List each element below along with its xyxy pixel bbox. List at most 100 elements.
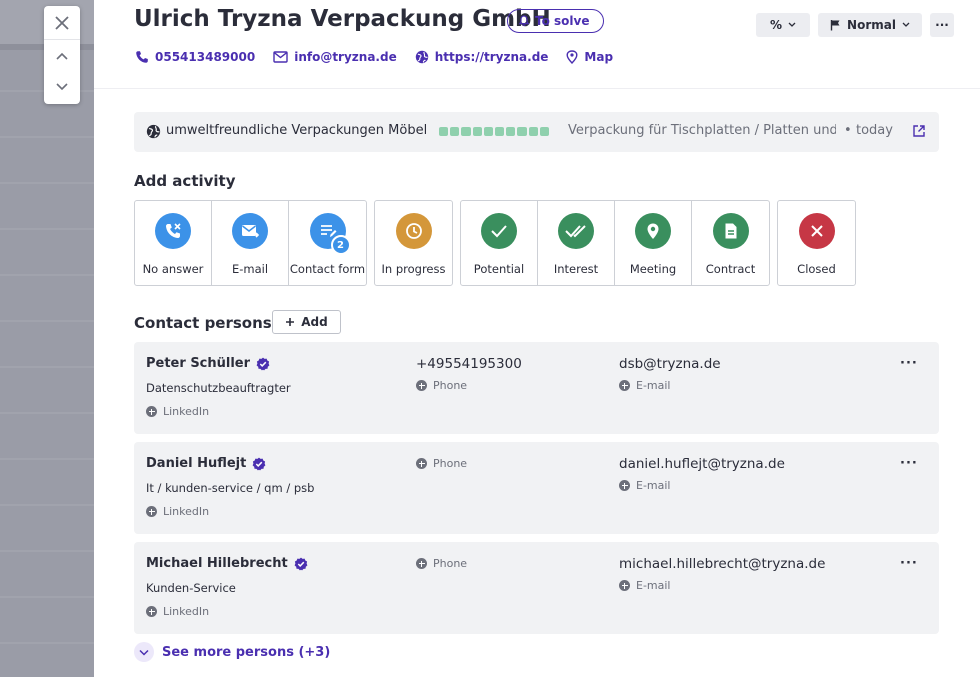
person-role: Kunden-Service [146,581,236,595]
add-phone-button[interactable]: Phone [416,457,467,470]
chevron-down-icon [902,22,910,27]
person-phone[interactable]: +49554195300 [416,356,522,372]
activity-email-circle [232,213,268,249]
add-circle-icon [416,380,427,391]
add-linkedin-button[interactable]: LinkedIn [146,505,209,518]
person-more-button[interactable]: ··· [900,356,918,371]
chevron-down-icon [134,642,154,662]
next-record-button[interactable] [44,71,80,102]
activity-meeting-button[interactable]: Meeting [615,201,692,285]
add-linkedin-button[interactable]: LinkedIn [146,405,209,418]
activity-potential-button[interactable]: Potential [461,201,538,285]
activity-no-answer-circle [155,213,191,249]
person-name[interactable]: Michael Hillebrecht [146,556,308,571]
activity-contract-button[interactable]: Contract [692,201,769,285]
activity-meeting-circle [635,213,671,249]
activity-no-answer-button[interactable]: No answer [135,201,212,285]
check-icon [491,225,507,238]
person-email[interactable]: dsb@tryzna.de [619,356,721,372]
activity-contact-form-circle: 2 [309,213,351,255]
add-person-label: Add [301,315,328,329]
close-circle-icon [810,225,823,237]
linkedin-label: LinkedIn [163,405,210,418]
person-email[interactable]: daniel.huflejt@tryzna.de [619,456,785,472]
email-label: E-mail [636,479,671,492]
external-link-icon[interactable] [912,124,926,138]
company-email-link[interactable]: info@tryzna.de [273,50,397,64]
priority-dropdown[interactable]: Normal [818,13,922,37]
chevron-down-icon [56,82,68,90]
activity-label: In progress [381,262,446,276]
activity-label: Contract [705,262,756,276]
header-divider [94,88,980,89]
add-phone-button[interactable]: Phone [416,557,467,570]
add-circle-icon [619,380,630,391]
company-contact-links: 055413489000 info@tryzna.de https://tryz… [135,50,613,64]
company-email: info@tryzna.de [294,50,397,64]
see-more-persons-button[interactable]: See more persons (+3) [134,642,330,662]
percent-dropdown[interactable]: % [756,13,810,37]
phone-icon [136,51,148,63]
company-website: https://tryzna.de [434,50,549,64]
clock-icon [405,223,422,239]
add-phone-button[interactable]: Phone [416,379,467,392]
add-circle-icon [416,558,427,569]
more-options-icon: ··· [935,18,949,32]
activity-email-button[interactable]: E-mail [212,201,289,285]
add-email-button[interactable]: E-mail [619,379,671,392]
phone-missed-icon [166,223,181,238]
add-circle-icon [146,606,157,617]
linkedin-label: LinkedIn [163,605,210,618]
activity-label: E-mail [231,262,269,276]
contact-persons-title: Contact persons [134,314,272,332]
status-badge[interactable]: To solve [507,9,605,33]
person-name-text: Michael Hillebrecht [146,556,288,571]
add-email-button[interactable]: E-mail [619,479,671,492]
contact-form-count-badge: 2 [330,235,351,255]
lead-source-bar[interactable]: umweltfreundliche Verpackungen Möbel Ver… [134,112,939,152]
company-website-link[interactable]: https://tryzna.de [415,50,549,64]
plus-icon [286,318,295,326]
person-role: Datenschutzbeauftragter [146,381,291,395]
chevron-up-icon [56,52,68,60]
verified-icon [252,457,266,470]
person-email[interactable]: michael.hillebrecht@tryzna.de [619,556,825,572]
verified-icon [256,357,270,370]
activity-group-progress: In progress [374,200,453,286]
lead-source-tag: umweltfreundliche Verpackungen Möbel [166,123,428,138]
add-email-button[interactable]: E-mail [619,579,671,592]
company-phone-link[interactable]: 055413489000 [135,50,255,64]
activity-group-contact: No answer E-mail 2 Contact form [134,200,367,286]
linkedin-label: LinkedIn [163,505,210,518]
person-name[interactable]: Daniel Huflejt [146,456,266,471]
activity-closed-button[interactable]: Closed [778,201,855,285]
person-name-text: Peter Schüller [146,356,251,371]
contact-person-card: Michael Hillebrecht Kunden-Service Linke… [134,542,939,634]
see-more-label: See more persons (+3) [162,644,331,660]
activity-contact-form-button[interactable]: 2 Contact form [289,201,366,285]
company-map-link[interactable]: Map [566,50,613,64]
flag-icon [830,20,840,31]
add-linkedin-button[interactable]: LinkedIn [146,605,209,618]
add-circle-icon [146,406,157,417]
activity-in-progress-circle [395,213,432,249]
person-more-button[interactable]: ··· [900,456,918,471]
activity-interest-button[interactable]: Interest [538,201,615,285]
add-person-button[interactable]: Add [272,310,341,334]
close-button[interactable] [44,6,80,40]
activity-label: Contact form [289,262,366,276]
person-more-button[interactable]: ··· [900,556,918,571]
previous-record-button[interactable] [44,40,80,71]
activity-label: Potential [473,262,525,276]
globe-icon [415,50,428,64]
percent-label: % [769,18,783,32]
add-circle-icon [416,458,427,469]
activity-label: Meeting [629,262,677,276]
add-circle-icon [146,506,157,517]
contact-person-card: Daniel Huflejt It / kunden-service / qm … [134,442,939,534]
person-name[interactable]: Peter Schüller [146,356,270,371]
more-options-button[interactable]: ··· [930,13,954,37]
activity-in-progress-button[interactable]: In progress [375,201,452,285]
activity-interest-circle [558,213,594,249]
globe-icon [146,124,161,139]
